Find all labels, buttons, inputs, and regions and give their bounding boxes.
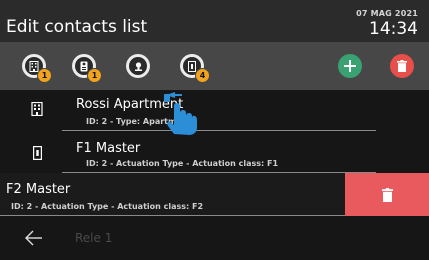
- clock-label: 14:34: [369, 19, 418, 39]
- trash-icon: [381, 187, 393, 202]
- contact-name: F1 Master: [76, 141, 141, 156]
- back-arrow-icon[interactable]: [24, 228, 44, 248]
- row-divider: [0, 215, 345, 216]
- swiped-list-item[interactable]: F2 Master ID: 2 - Actuation Type - Actua…: [0, 173, 429, 216]
- contact-detail: ID: 2 - Actuation Type - Actuation class…: [11, 202, 204, 211]
- filter-count-badge: 1: [37, 68, 52, 83]
- apartment-icon: [29, 60, 39, 72]
- date-label: 07 MAG 2021: [356, 9, 418, 18]
- filter-apartment-button[interactable]: 1: [22, 54, 52, 83]
- filter-count-badge: 1: [87, 68, 102, 83]
- list-item[interactable]: F1 Master ID: 2 - Actuation Type - Actua…: [0, 134, 429, 178]
- apartment-icon: [31, 102, 43, 116]
- contacts-list: Rossi Apartment ID: 2 - Type: Apartment …: [0, 90, 429, 260]
- contact-detail: ID: 2 - Actuation Type - Actuation class…: [86, 159, 279, 168]
- actuator-icon: [33, 146, 42, 160]
- list-item[interactable]: Rossi Apartment ID: 2 - Type: Apartment: [0, 90, 429, 134]
- filter-outdoor-station-button[interactable]: 1: [72, 54, 102, 83]
- title-bar: Edit contacts list 07 MAG 2021 14:34: [0, 0, 429, 42]
- filter-actuator-button[interactable]: 4: [180, 54, 210, 83]
- camera-icon: [134, 61, 142, 71]
- delete-contacts-button[interactable]: [390, 54, 414, 78]
- edit-contacts-screen: Edit contacts list 07 MAG 2021 14:34 1 1…: [0, 0, 429, 260]
- filter-count-badge: 4: [195, 68, 210, 83]
- page-title: Edit contacts list: [6, 17, 148, 37]
- add-contact-button[interactable]: [338, 54, 362, 78]
- swipe-gesture-icon: [164, 92, 197, 135]
- delete-contact-button[interactable]: [345, 173, 429, 216]
- outdoor-station-icon: [80, 61, 88, 71]
- trash-icon: [397, 60, 407, 72]
- filter-camera-button[interactable]: [126, 54, 150, 78]
- ghost-list-item: Rele 1: [75, 231, 113, 245]
- filter-toolbar: 1 1 4: [0, 42, 429, 90]
- contact-name: F2 Master: [6, 182, 71, 197]
- row-divider: [62, 130, 376, 131]
- actuator-icon: [188, 60, 196, 72]
- plus-icon: [344, 60, 356, 72]
